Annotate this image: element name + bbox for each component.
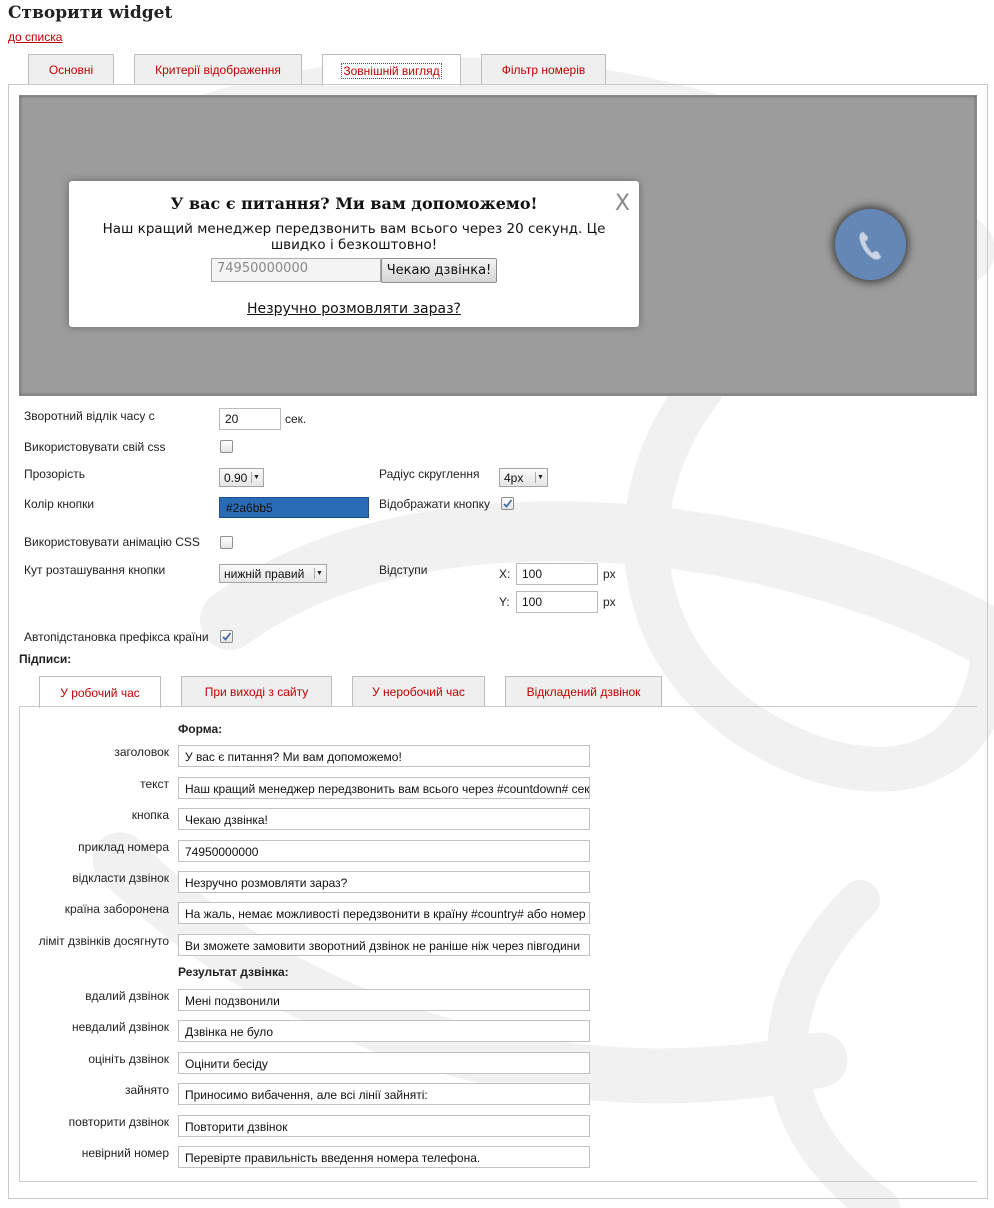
autoprefix-checkbox[interactable] — [220, 630, 233, 643]
chevron-down-icon: ▼ — [251, 472, 261, 483]
checkmark-icon — [503, 499, 513, 508]
countdown-unit: сек. — [285, 412, 307, 426]
invalid-number-field[interactable]: Перевірте правильність введення номера т… — [178, 1146, 590, 1168]
css-animation-checkbox[interactable] — [220, 536, 233, 549]
offset-y-label: Y: — [499, 595, 510, 609]
page-title: Створити widget — [8, 3, 173, 23]
popup-later-link[interactable]: Незручно розмовляти зараз? — [69, 301, 639, 317]
offset-y-input[interactable]: 100 — [516, 591, 598, 613]
field-label: текст — [140, 777, 169, 791]
button-color-label: Колір кнопки — [24, 497, 95, 511]
subtab-label: При виході з сайту — [204, 684, 309, 699]
tab-label: Фільтр номерів — [501, 62, 586, 77]
captions-label: Підписи: — [19, 652, 72, 666]
show-button-label: Відображати кнопку — [379, 497, 490, 511]
page: Створити widget до списка Основні Критер… — [0, 0, 994, 1208]
text-field[interactable]: Наш кращий менеджер передзвонить вам всь… — [178, 777, 590, 799]
countdown-label: Зворотний відлік часу с — [24, 409, 155, 423]
own-css-label: Використовувати свій css — [24, 440, 166, 454]
offset-x-unit: px — [603, 567, 616, 581]
button-color-input[interactable]: #2a6bb5 — [219, 497, 369, 518]
subtab-exit-site[interactable]: При виході з сайту — [181, 676, 332, 706]
button-field[interactable]: Чекаю дзвінка! — [178, 808, 590, 830]
tab-number-filter[interactable]: Фільтр номерів — [481, 54, 606, 84]
repeat-call-field[interactable]: Повторити дзвінок — [178, 1115, 590, 1137]
tab-display-criteria[interactable]: Критерії відображення — [134, 54, 302, 84]
countdown-input[interactable]: 20 — [219, 408, 281, 430]
field-label: приклад номера — [78, 840, 169, 854]
button-corner-select[interactable]: нижній правий ▼ — [219, 564, 327, 583]
checkmark-icon — [222, 632, 232, 641]
phone-icon — [858, 231, 881, 260]
offset-x-label: X: — [499, 567, 511, 581]
field-label: невдалий дзвінок — [71, 1020, 169, 1034]
field-label: оцініть дзвінок — [88, 1052, 169, 1066]
opacity-select[interactable]: 0.90 ▼ — [219, 468, 264, 487]
subtab-working-hours[interactable]: У робочий час — [39, 676, 161, 708]
button-corner-value: нижній правий — [224, 567, 305, 581]
floating-call-button[interactable] — [835, 209, 906, 280]
button-corner-label: Кут розташування кнопки — [24, 563, 166, 577]
tab-basic[interactable]: Основні — [28, 54, 114, 84]
tab-label: Основні — [48, 62, 94, 77]
tab-label: Критерії відображення — [155, 62, 281, 77]
result-section-title: Результат дзвінка: — [178, 965, 289, 979]
subtab-label: У робочий час — [60, 685, 140, 700]
field-label: країна заборонена — [64, 902, 169, 916]
offset-x-input[interactable]: 100 — [516, 563, 598, 585]
subtab-non-working-hours[interactable]: У неробочий час — [352, 676, 485, 706]
opacity-label: Прозорість — [24, 467, 85, 481]
chevron-down-icon: ▼ — [535, 472, 545, 483]
title-field[interactable]: У вас є питання? Ми вам допоможемо! — [178, 745, 590, 767]
radius-select[interactable]: 4px ▼ — [499, 468, 548, 487]
rate-call-field[interactable]: Оцінити бесіду — [178, 1052, 590, 1074]
popup-title: У вас є питання? Ми вам допоможемо! — [170, 194, 538, 213]
chevron-down-icon: ▼ — [314, 568, 324, 579]
form-section-title: Форма: — [178, 722, 223, 736]
field-label: вдалий дзвінок — [85, 989, 169, 1003]
field-label: кнопка — [131, 808, 169, 822]
success-call-field[interactable]: Мені подзвонили — [178, 989, 590, 1011]
preview-popup: У вас є питання? Ми вам допоможемо! X На… — [69, 181, 639, 327]
failed-call-field[interactable]: Дзвінка не було — [178, 1020, 590, 1042]
popup-close-icon[interactable]: X — [615, 191, 630, 216]
call-limit-field[interactable]: Ви зможете замовити зворотний дзвінок не… — [178, 934, 590, 956]
popup-call-button[interactable]: Чекаю дзвінка! — [381, 258, 497, 283]
field-label: ліміт дзвінків досягнуто — [38, 934, 169, 948]
field-label: заголовок — [114, 745, 169, 759]
tab-appearance[interactable]: Зовнішній вигляд — [322, 54, 461, 86]
offsets-label: Відступи — [379, 563, 428, 577]
field-label: повторити дзвінок — [68, 1115, 169, 1129]
country-forbidden-field[interactable]: На жаль, немає можливості передзвонити в… — [178, 902, 590, 924]
popup-text: Наш кращий менеджер передзвонить вам всь… — [102, 221, 606, 253]
offset-y-unit: px — [603, 595, 616, 609]
subtab-deferred-call[interactable]: Відкладений дзвінок — [505, 676, 662, 706]
subtab-label: У неробочий час — [372, 684, 465, 699]
radius-value: 4px — [504, 471, 524, 485]
radius-label: Радіус скруглення — [379, 467, 480, 481]
back-to-list-link[interactable]: до списка — [8, 30, 62, 44]
tab-label: Зовнішній вигляд — [341, 62, 442, 79]
field-label: зайнято — [124, 1083, 169, 1097]
field-label: невірний номер — [81, 1146, 169, 1160]
field-label: відкласти дзвінок — [72, 871, 169, 885]
defer-call-field[interactable]: Незручно розмовляти зараз? — [178, 871, 590, 893]
opacity-value: 0.90 — [224, 471, 248, 485]
show-button-checkbox[interactable] — [501, 497, 514, 510]
popup-phone-input[interactable]: 74950000000 — [211, 258, 381, 282]
css-animation-label: Використовувати анімацію CSS — [24, 535, 200, 549]
subtab-label: Відкладений дзвінок — [526, 684, 641, 699]
busy-field[interactable]: Приносимо вибачення, але всі лінії зайня… — [178, 1083, 590, 1105]
own-css-checkbox[interactable] — [220, 440, 233, 453]
autoprefix-label: Автопідстановка префікса країни — [24, 630, 209, 644]
number-example-field[interactable]: 74950000000 — [178, 840, 590, 862]
